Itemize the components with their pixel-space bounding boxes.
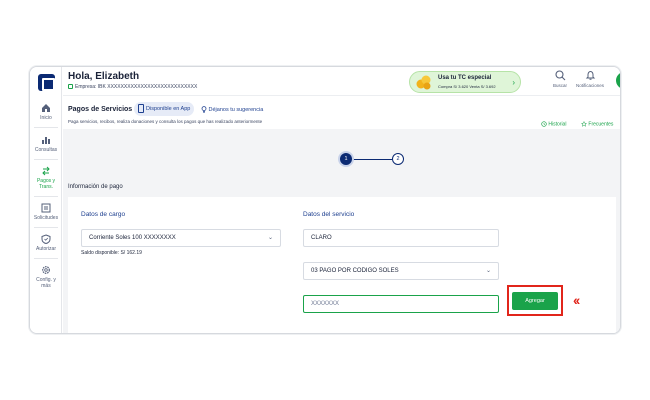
avatar[interactable] bbox=[616, 72, 621, 89]
building-icon bbox=[68, 84, 73, 90]
sidebar-item-solicitudes[interactable]: Solicitudes bbox=[30, 203, 62, 221]
bar-chart-icon bbox=[42, 137, 50, 144]
service-type-value: 03 PAGO POR CODIGO SOLES bbox=[311, 268, 399, 274]
promo-rates: Compra S/ 3.620 Venta S/ 3.692 bbox=[438, 84, 496, 89]
suggestion-link[interactable]: Déjanos tu sugerencia bbox=[201, 106, 263, 113]
coins-icon bbox=[416, 75, 431, 90]
divider bbox=[34, 196, 58, 197]
progress-stepper: 1 2 bbox=[340, 153, 404, 165]
divider bbox=[34, 127, 58, 128]
phone-icon bbox=[138, 104, 144, 114]
sidebar-item-autorizar[interactable]: Autorizar bbox=[30, 234, 62, 252]
sidebar-item-consultas[interactable]: Consultas bbox=[30, 135, 62, 153]
sidebar-item-config[interactable]: Config. y más bbox=[30, 265, 62, 289]
sidebar-item-pagos[interactable]: Pagos y Trans. bbox=[30, 166, 62, 190]
page-description: Paga servicios, recibos, realiza donacio… bbox=[68, 119, 263, 124]
divider bbox=[34, 258, 58, 259]
page-header: Pagos de Servicios Disponible en App Déj… bbox=[63, 95, 620, 129]
service-company-value: CLARO bbox=[311, 235, 332, 241]
suggestion-label: Déjanos tu sugerencia bbox=[208, 106, 264, 113]
chevron-down-icon: ⌄ bbox=[267, 235, 273, 241]
sidebar-item-label: Inicio bbox=[40, 115, 52, 121]
company-name: Empresa: IBK XXXXXXXXXXXXXXXXXXXXXXXXXXX bbox=[75, 84, 198, 90]
charge-data-title: Datos de cargo bbox=[81, 211, 126, 218]
payment-form: Datos de cargo Datos del servicio Corrie… bbox=[68, 197, 616, 333]
app-available-badge[interactable]: Disponible en App bbox=[134, 102, 195, 116]
list-icon bbox=[41, 203, 51, 213]
step-2: 2 bbox=[392, 153, 404, 165]
frequent-label: Frecuentes bbox=[588, 121, 614, 128]
sidebar-item-label: Autorizar bbox=[35, 246, 56, 252]
greeting: Hola, Elizabeth bbox=[68, 71, 140, 82]
service-data-title: Datos del servicio bbox=[303, 211, 355, 218]
add-button[interactable]: Agregar bbox=[512, 292, 558, 310]
user-icon bbox=[619, 75, 621, 86]
history-label: Historial bbox=[548, 121, 567, 128]
available-balance: Saldo disponible: S/ 162.19 bbox=[81, 250, 142, 256]
gear-icon bbox=[42, 266, 50, 274]
account-value: Corriente Soles 100 XXXXXXXX bbox=[89, 235, 176, 241]
transfer-icon bbox=[42, 166, 50, 176]
section-title: Información de pago bbox=[68, 184, 123, 190]
notifications-button[interactable]: Notificaciones bbox=[576, 70, 604, 88]
account-select[interactable]: Corriente Soles 100 XXXXXXXX ⌄ bbox=[81, 229, 281, 247]
divider bbox=[34, 227, 58, 228]
chevron-right-icon: › bbox=[512, 78, 515, 87]
sidebar-item-label: Solicitudes bbox=[33, 215, 59, 221]
search-button[interactable]: Buscar bbox=[553, 70, 567, 88]
step-1: 1 bbox=[340, 153, 352, 165]
page-title: Pagos de Servicios bbox=[68, 106, 133, 113]
service-company-field[interactable]: CLARO bbox=[303, 229, 499, 247]
shield-icon bbox=[41, 234, 51, 244]
search-icon bbox=[554, 70, 565, 81]
service-type-select[interactable]: 03 PAGO POR CODIGO SOLES ⌄ bbox=[303, 262, 499, 280]
app-window: Inicio Consultas Pagos y Trans. Solicitu… bbox=[29, 66, 621, 334]
step-connector bbox=[352, 159, 392, 160]
sidebar: Inicio Consultas Pagos y Trans. Solicitu… bbox=[30, 67, 62, 333]
bell-icon bbox=[585, 70, 595, 80]
promo-banner[interactable]: Usa tu TC especial Compra S/ 3.620 Venta… bbox=[409, 71, 521, 93]
notifications-label: Notificaciones bbox=[576, 83, 605, 88]
search-label: Buscar bbox=[553, 83, 568, 88]
history-icon bbox=[541, 121, 547, 127]
logo bbox=[38, 74, 55, 91]
home-icon bbox=[42, 104, 50, 112]
sidebar-item-label: Consultas bbox=[34, 147, 58, 153]
app-available-label: Disponible en App bbox=[146, 106, 191, 112]
sidebar-item-label: Config. y más bbox=[36, 277, 56, 289]
history-link[interactable]: Historial bbox=[541, 121, 566, 127]
main-content: Hola, Elizabeth Empresa: IBK XXXXXXXXXXX… bbox=[63, 67, 620, 333]
company-label: Empresa: IBK XXXXXXXXXXXXXXXXXXXXXXXXXXX bbox=[68, 84, 197, 90]
promo-title: Usa tu TC especial bbox=[438, 75, 492, 81]
sidebar-item-inicio[interactable]: Inicio bbox=[30, 103, 62, 121]
top-bar: Hola, Elizabeth Empresa: IBK XXXXXXXXXXX… bbox=[63, 67, 620, 95]
frequent-link[interactable]: Frecuentes bbox=[580, 120, 614, 128]
lightbulb-icon bbox=[201, 106, 207, 113]
sidebar-item-label: Pagos y Trans. bbox=[36, 178, 56, 190]
chevron-down-icon: ⌄ bbox=[485, 268, 491, 274]
divider bbox=[34, 159, 58, 160]
pointer-arrows-icon: ‹‹ bbox=[573, 292, 580, 308]
service-code-value: XXXXXXX bbox=[311, 301, 340, 307]
star-icon bbox=[580, 120, 588, 127]
service-code-input[interactable]: XXXXXXX bbox=[303, 295, 499, 313]
